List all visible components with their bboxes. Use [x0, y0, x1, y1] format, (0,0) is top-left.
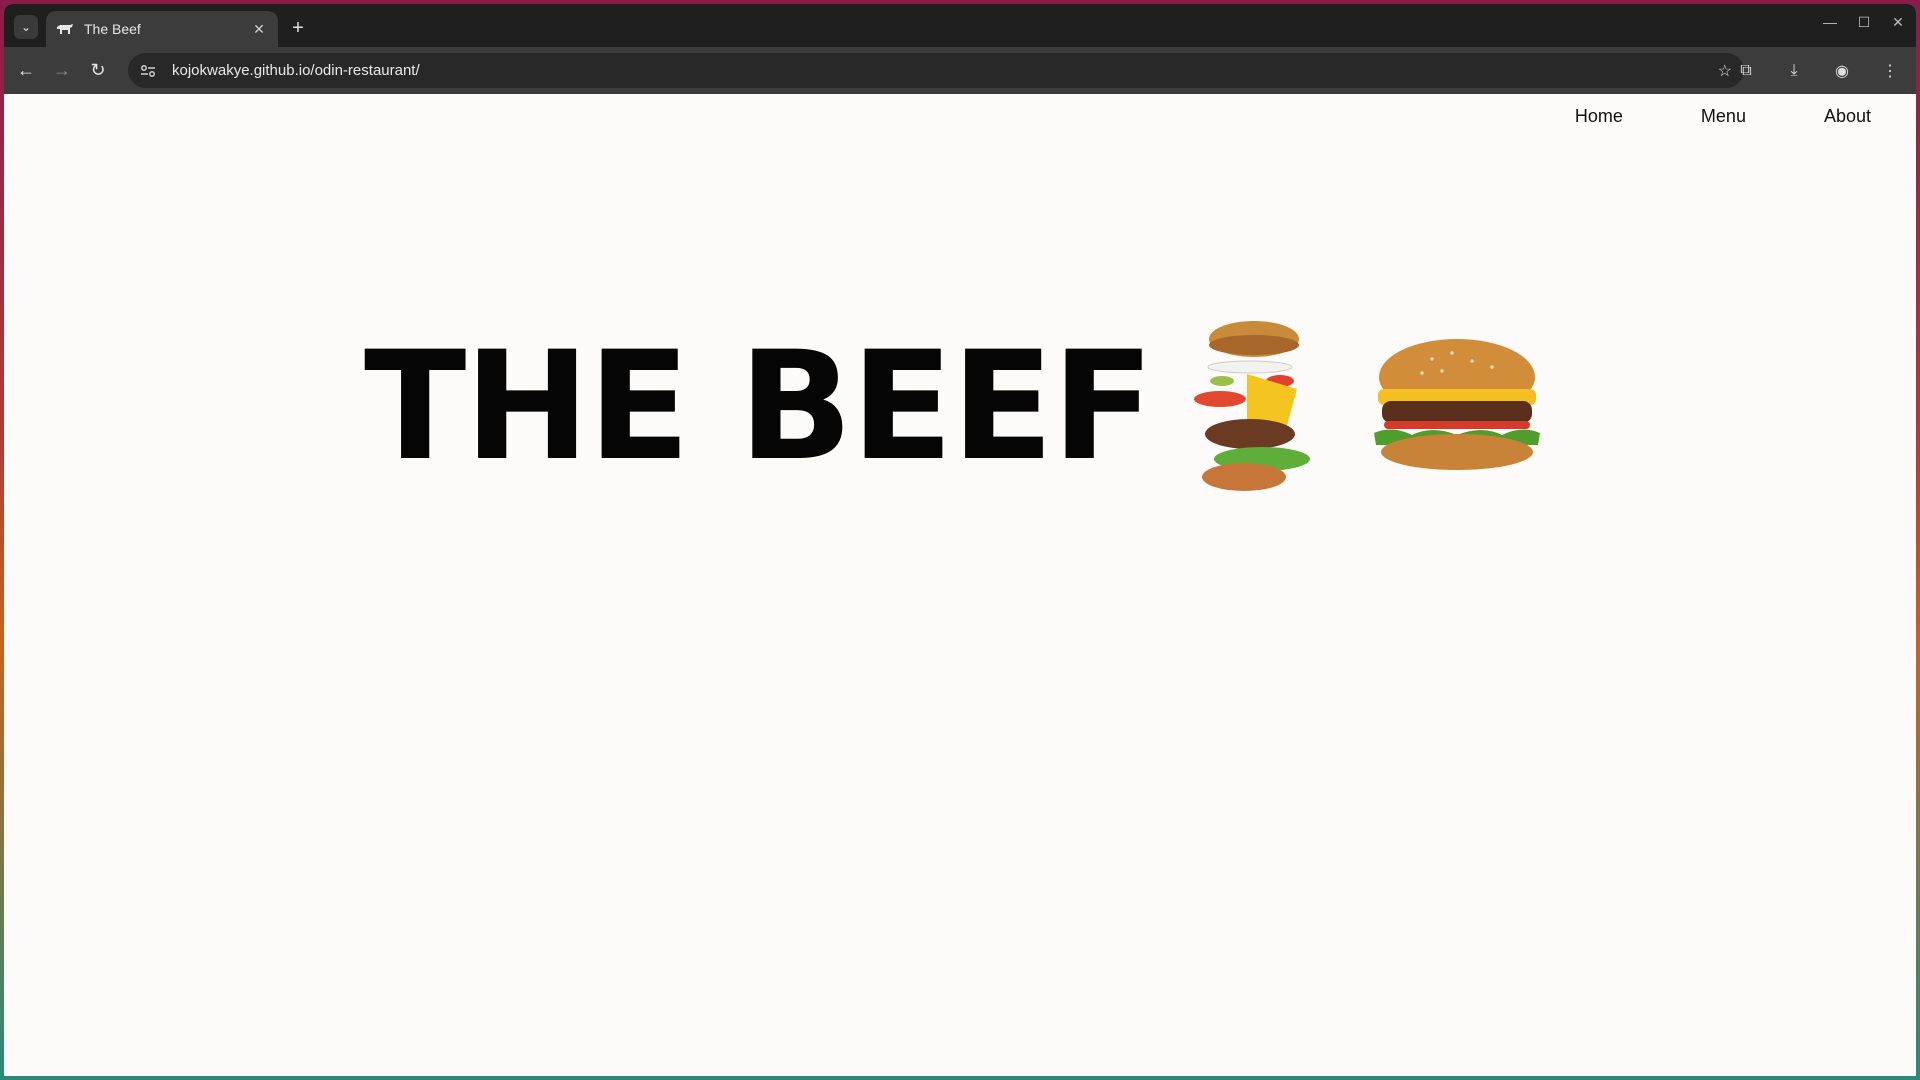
toolbar-actions: ⧉ ⤓ ◉ ⋮ — [1732, 57, 1904, 85]
maximize-icon[interactable]: ☐ — [1856, 14, 1872, 30]
window-controls: — ☐ ✕ — [1822, 14, 1906, 31]
hero-title: THE BEEF — [364, 319, 1154, 494]
new-tab-button[interactable]: + — [286, 16, 310, 40]
burger-image — [1374, 338, 1541, 470]
extensions-icon[interactable]: ⧉ — [1732, 57, 1760, 85]
window-close-icon[interactable]: ✕ — [1890, 14, 1906, 30]
tab-search-button[interactable]: ⌄ — [14, 15, 38, 39]
arrow-left-icon: ← — [17, 60, 35, 80]
close-icon[interactable]: ✕ — [250, 20, 268, 38]
exploded-burger-image — [1194, 321, 1311, 491]
nav-about-link[interactable]: About — [1824, 106, 1871, 127]
address-bar[interactable]: kojokwakye.github.io/odin-restaurant/ ☆ — [128, 53, 1744, 88]
back-button[interactable]: ← — [12, 57, 40, 85]
profile-icon[interactable]: ◉ — [1828, 57, 1856, 85]
tab-strip: ⌄ The Beef ✕ + — ☐ ✕ — [4, 4, 1916, 47]
bookmark-star-icon[interactable]: ☆ — [1718, 61, 1732, 81]
nav-menu-link[interactable]: Menu — [1701, 106, 1746, 127]
chevron-down-icon: ⌄ — [20, 20, 32, 34]
arrow-right-icon: → — [53, 60, 71, 80]
url-text: kojokwakye.github.io/odin-restaurant/ — [172, 62, 420, 79]
minimize-icon[interactable]: — — [1822, 14, 1838, 30]
download-icon[interactable]: ⤓ — [1780, 57, 1808, 85]
page-content: Home Menu About THE BEEF — [4, 94, 1916, 1076]
tab-title: The Beef — [84, 21, 141, 37]
site-nav: Home Menu About — [1575, 106, 1871, 127]
browser-toolbar: ← → ↻ kojokwakye.github.io/odin-restaura… — [4, 47, 1916, 94]
forward-button[interactable]: → — [48, 57, 76, 85]
reload-icon: ↻ — [90, 60, 106, 80]
nav-home-link[interactable]: Home — [1575, 106, 1623, 127]
reload-button[interactable]: ↻ — [84, 57, 112, 85]
tab-active[interactable]: The Beef ✕ — [46, 11, 278, 47]
cow-favicon-icon — [56, 22, 74, 36]
plus-icon: + — [292, 16, 304, 39]
hero: THE BEEF — [364, 319, 1542, 494]
browser-window: ⌄ The Beef ✕ + — ☐ ✕ ← → ↻ kojokwakye.gi… — [4, 4, 1916, 1076]
more-menu-icon[interactable]: ⋮ — [1876, 57, 1904, 85]
site-settings-icon[interactable] — [140, 64, 160, 78]
